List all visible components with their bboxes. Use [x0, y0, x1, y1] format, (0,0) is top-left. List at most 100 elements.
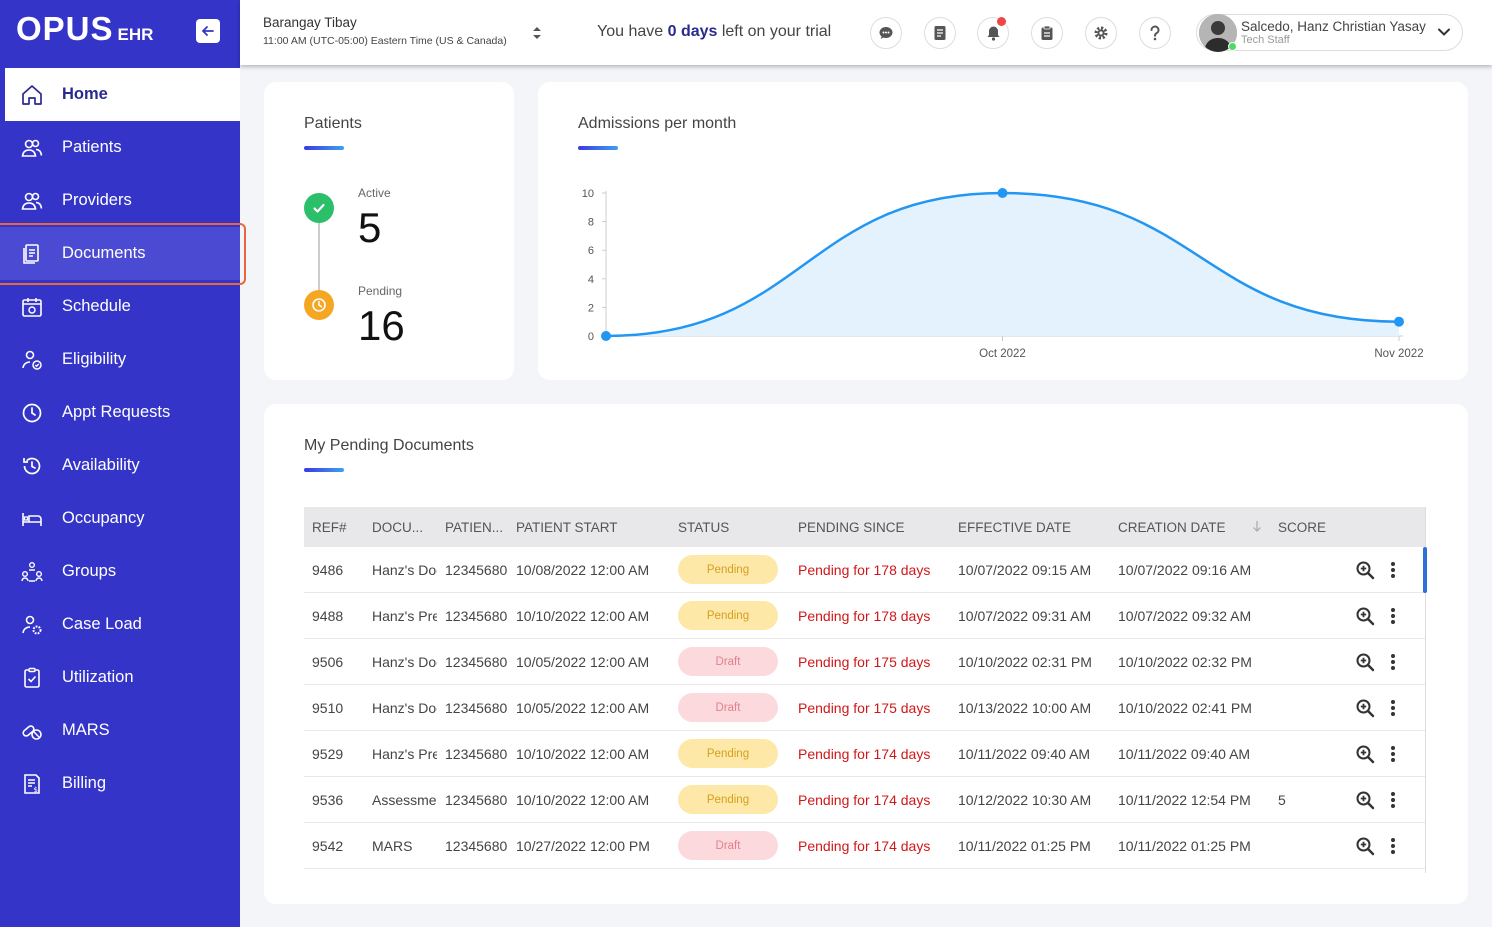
table-row[interactable]: 9542 MARS 12345680 10/27/2022 12:00 PM Draft…	[304, 823, 1426, 869]
sidebar-item-mars[interactable]: MARS	[0, 704, 240, 757]
sidebar-item-label: Documents	[62, 244, 146, 262]
zoom-icon[interactable]	[1354, 697, 1376, 719]
zoom-icon[interactable]	[1354, 651, 1376, 673]
zoom-icon[interactable]	[1354, 789, 1376, 811]
sidebar-item-case-load[interactable]: Case Load	[0, 598, 240, 651]
cell-document: Hanz's Pre	[372, 745, 437, 762]
cell-patient: 12345680	[445, 699, 508, 716]
scrollbar[interactable]	[1423, 547, 1427, 593]
chat-icon[interactable]	[870, 17, 902, 49]
cell-score: 5	[1278, 791, 1286, 808]
document-icon	[20, 242, 44, 266]
cell-status: Pending	[670, 785, 790, 814]
sidebar-item-schedule[interactable]: Schedule	[0, 280, 240, 333]
cell-patient-start: 10/08/2022 12:00 AM	[516, 561, 650, 578]
admissions-card: Admissions per month 0 2 4 6 8 10 Oct 2022 Nov …	[538, 82, 1468, 380]
more-vertical-icon[interactable]	[1382, 605, 1404, 627]
data-point	[1394, 316, 1404, 327]
x-tick-label: Nov 2022	[1374, 348, 1423, 360]
cell-ref: 9529	[312, 745, 344, 762]
notes-icon[interactable]	[924, 17, 956, 49]
bell-icon[interactable]	[977, 17, 1009, 49]
status-badge: Pending	[678, 739, 778, 768]
col-status[interactable]: STATUS	[670, 520, 790, 535]
cell-patient-start: 10/10/2022 12:00 AM	[516, 745, 650, 762]
cell-ref: 9488	[312, 607, 344, 624]
cell-document: Hanz's Doc	[372, 653, 437, 670]
col-document[interactable]: DOCU...	[364, 520, 437, 535]
zoom-icon[interactable]	[1354, 605, 1376, 627]
table-row[interactable]: 9536 Assessme 12345680 10/10/2022 12:00 AM P…	[304, 777, 1426, 823]
more-vertical-icon[interactable]	[1382, 697, 1404, 719]
table-row[interactable]: 9506 Hanz's Doc 12345680 10/05/2022 12:00 A…	[304, 639, 1426, 685]
more-vertical-icon[interactable]	[1382, 789, 1404, 811]
sidebar-item-providers[interactable]: Providers	[0, 174, 240, 227]
invoice-icon: $	[20, 772, 44, 796]
zoom-icon[interactable]	[1354, 835, 1376, 857]
cell-status: Draft	[670, 647, 790, 676]
sidebar-item-documents[interactable]: Documents	[0, 227, 240, 280]
col-creation-date-label: CREATION DATE	[1118, 519, 1226, 535]
sidebar-item-home[interactable]: Home	[0, 68, 240, 121]
home-icon	[20, 83, 44, 107]
cell-document: Hanz's Doc	[372, 561, 437, 578]
cell-pending-since: Pending for 174 days	[798, 837, 931, 854]
col-effective-date[interactable]: EFFECTIVE DATE	[950, 520, 1110, 535]
location-switch-icon[interactable]	[532, 25, 542, 42]
cell-effective-date: 10/10/2022 02:31 PM	[958, 653, 1092, 670]
table-row[interactable]: 9529 Hanz's Pre 12345680 10/10/2022 12:00 A…	[304, 731, 1426, 777]
more-vertical-icon[interactable]	[1382, 559, 1404, 581]
sidebar-item-utilization[interactable]: Utilization	[0, 651, 240, 704]
check-icon	[304, 193, 334, 223]
status-badge: Draft	[678, 693, 778, 722]
arrow-left-icon	[201, 26, 214, 36]
gear-icon[interactable]	[1085, 17, 1117, 49]
col-patient[interactable]: PATIEN...	[437, 520, 510, 535]
zoom-icon[interactable]	[1354, 559, 1376, 581]
help-icon[interactable]	[1139, 17, 1171, 49]
table-row[interactable]: 9510 Hanz's Doc 12345680 10/05/2022 12:00 A…	[304, 685, 1426, 731]
pills-icon	[20, 719, 44, 743]
cell-document: Assessme	[372, 791, 437, 808]
col-patient-start[interactable]: PATIENT START	[510, 520, 670, 535]
pending-count: 16	[358, 302, 405, 349]
sidebar-item-patients[interactable]: Patients	[0, 121, 240, 174]
col-creation-date[interactable]: CREATION DATE	[1110, 520, 1270, 535]
logo-main: OPUS	[16, 10, 114, 47]
more-vertical-icon[interactable]	[1382, 743, 1404, 765]
sidebar-item-billing[interactable]: $ Billing	[0, 757, 240, 810]
sidebar-item-appt-requests[interactable]: Appt Requests	[0, 386, 240, 439]
col-ref[interactable]: REF#	[304, 520, 364, 535]
col-pending-since[interactable]: PENDING SINCE	[790, 520, 950, 535]
zoom-icon[interactable]	[1354, 743, 1376, 765]
cell-document: Hanz's Pre	[372, 607, 437, 624]
patients-card: Patients Active 5 Pending 16	[264, 82, 514, 380]
app-logo[interactable]: OPUS EHR	[16, 12, 153, 46]
sidebar-item-label: Schedule	[62, 297, 131, 315]
cell-actions	[1346, 697, 1426, 719]
clipboard-icon[interactable]	[1031, 17, 1063, 49]
col-score[interactable]: SCORE	[1270, 520, 1346, 535]
more-vertical-icon[interactable]	[1382, 651, 1404, 673]
cell-document: Hanz's Doc	[372, 699, 437, 716]
cell-creation-date: 10/10/2022 02:41 PM	[1118, 699, 1252, 716]
cell-pending-since: Pending for 178 days	[798, 607, 931, 624]
user-gear-icon	[20, 613, 44, 637]
cell-ref: 9542	[312, 837, 344, 854]
location-selector[interactable]: Barangay Tibay 11:00 AM (UTC-05:00) East…	[263, 15, 507, 47]
sidebar-item-occupancy[interactable]: Occupancy	[0, 492, 240, 545]
cell-document: MARS	[372, 837, 413, 854]
more-vertical-icon[interactable]	[1382, 835, 1404, 857]
cell-creation-date: 10/07/2022 09:32 AM	[1118, 607, 1252, 624]
table-row[interactable]: 9488 Hanz's Pre 12345680 10/10/2022 12:00 A…	[304, 593, 1426, 639]
sidebar-item-label: Case Load	[62, 615, 142, 633]
cell-patient: 12345680	[445, 837, 508, 854]
sidebar-item-groups[interactable]: Groups	[0, 545, 240, 598]
cell-pending-since: Pending for 178 days	[798, 561, 931, 578]
collapse-sidebar-button[interactable]	[196, 19, 220, 43]
table-row[interactable]: 9486 Hanz's Doc 12345680 10/08/2022 12:00 A…	[304, 547, 1426, 593]
x-tick-label: Oct 2022	[979, 348, 1026, 360]
sidebar-item-eligibility[interactable]: Eligibility	[0, 333, 240, 386]
sidebar-item-availability[interactable]: Availability	[0, 439, 240, 492]
pending-documents-title: My Pending Documents	[304, 437, 474, 454]
